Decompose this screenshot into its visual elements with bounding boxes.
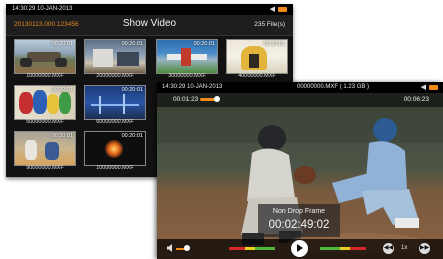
thumbnail-image[interactable]: 00:20:01 [84, 39, 146, 74]
status-bar: 14:30:29 10-JAN-2013 ◀ [6, 4, 293, 15]
thumbnail-timecode: 00:20:01 [121, 41, 143, 47]
thumbnail-item[interactable]: 00:20:01 40000000.MXF [226, 39, 288, 81]
speaker-icon: ◀ [420, 84, 426, 91]
timecode-value: 00:02:49:02 [268, 219, 330, 231]
thumbnail-timecode: 00:20:01 [51, 87, 73, 93]
thumbnail-timecode: 00:20:01 [263, 41, 285, 47]
thumbnail-image[interactable]: 00:20:01 [14, 131, 76, 166]
thumbnail-timecode: 00:20:01 [193, 41, 215, 47]
battery-icon [278, 7, 287, 12]
audio-level-meter-left [229, 247, 275, 250]
thumbnail-image[interactable]: 00:20:01 [156, 39, 218, 74]
thumbnail-filename: 90000000.MXF [26, 165, 64, 171]
thumbnail-image[interactable]: 00:20:01 [84, 85, 146, 120]
thumbnail-filename: 30000000.MXF [168, 73, 206, 79]
thumbnail-item[interactable]: 00:20:01 20000000.MXF [84, 39, 146, 81]
speaker-icon: ◀ [269, 6, 275, 13]
play-button[interactable] [291, 240, 308, 257]
file-info: 00000000.MXF ( 1.23 GB ) [297, 84, 370, 90]
thumbnail-filename: 50000000.MXF [26, 119, 64, 125]
thumbnail-filename: 10000000.MXF [96, 165, 134, 171]
thumbnail-item[interactable]: 00:20:01 10000000.MXF [84, 131, 146, 173]
status-bar: 14:30:29 10-JAN-2013 00000000.MXF ( 1.23… [157, 82, 443, 93]
page-title: Show Video [122, 18, 177, 29]
thumbnail-image[interactable]: 00:20:01 [14, 85, 76, 120]
audio-level-meter-right [320, 247, 366, 250]
browser-header: 20130113.000.123456 Show Video 235 File(… [6, 15, 293, 36]
status-time: 14:30:29 10-JAN-2013 [162, 84, 223, 90]
thumbnail-filename: 10000000.MXF [26, 73, 64, 79]
current-time: 00:01:23 [173, 96, 199, 103]
thumbnail-image[interactable]: 00:20:01 [226, 39, 288, 74]
file-count: 235 File(s) [254, 21, 285, 28]
thumbnail-filename: 60000000.MXF [96, 119, 134, 125]
thumbnail-filename: 20000000.MXF [96, 73, 134, 79]
thumbnail-item[interactable]: 00:20:01 30000000.MXF [156, 39, 218, 81]
thumbnail-timecode: 00:20:01 [51, 133, 73, 139]
thumbnail-image[interactable]: 00:20:01 [14, 39, 76, 74]
thumbnail-timecode: 00:20:01 [121, 87, 143, 93]
thumbnail-image[interactable]: 00:20:01 [84, 131, 146, 166]
playback-controls: ◀◀ 1x ▶▶ [157, 239, 443, 259]
thumbnail-timecode: 00:20:01 [51, 41, 73, 47]
thumbnail-item[interactable]: 00:20:01 10000000.MXF [14, 39, 76, 81]
thumbnail-item[interactable]: 00:20:01 90000000.MXF [14, 131, 76, 173]
thumbnail-item[interactable]: 00:20:01 50000000.MXF [14, 85, 76, 127]
battery-icon [429, 85, 438, 90]
thumbnail-timecode: 00:20:01 [121, 133, 143, 139]
total-duration: 00:06:23 [403, 96, 429, 103]
seek-bar-overlay: 00:01:23 00:06:23 [157, 93, 443, 107]
playback-speed: 1x [401, 245, 408, 251]
thumbnail-filename: 40000000.MXF [238, 73, 276, 79]
rewind-icon[interactable]: ◀◀ [383, 243, 394, 254]
timecode-mode: Non Drop Frame [272, 208, 326, 215]
status-time: 14:30:29 10-JAN-2013 [12, 6, 73, 12]
playback-screen: 14:30:29 10-JAN-2013 00000000.MXF ( 1.23… [157, 82, 443, 259]
timecode-display: Non Drop Frame 00:02:49:02 [258, 204, 340, 237]
volume-icon[interactable] [167, 244, 175, 252]
seek-handle[interactable] [214, 96, 220, 102]
thumbnail-item[interactable]: 00:20:01 60000000.MXF [84, 85, 146, 127]
fast-forward-icon[interactable]: ▶▶ [419, 243, 430, 254]
volume-handle[interactable] [184, 245, 190, 251]
